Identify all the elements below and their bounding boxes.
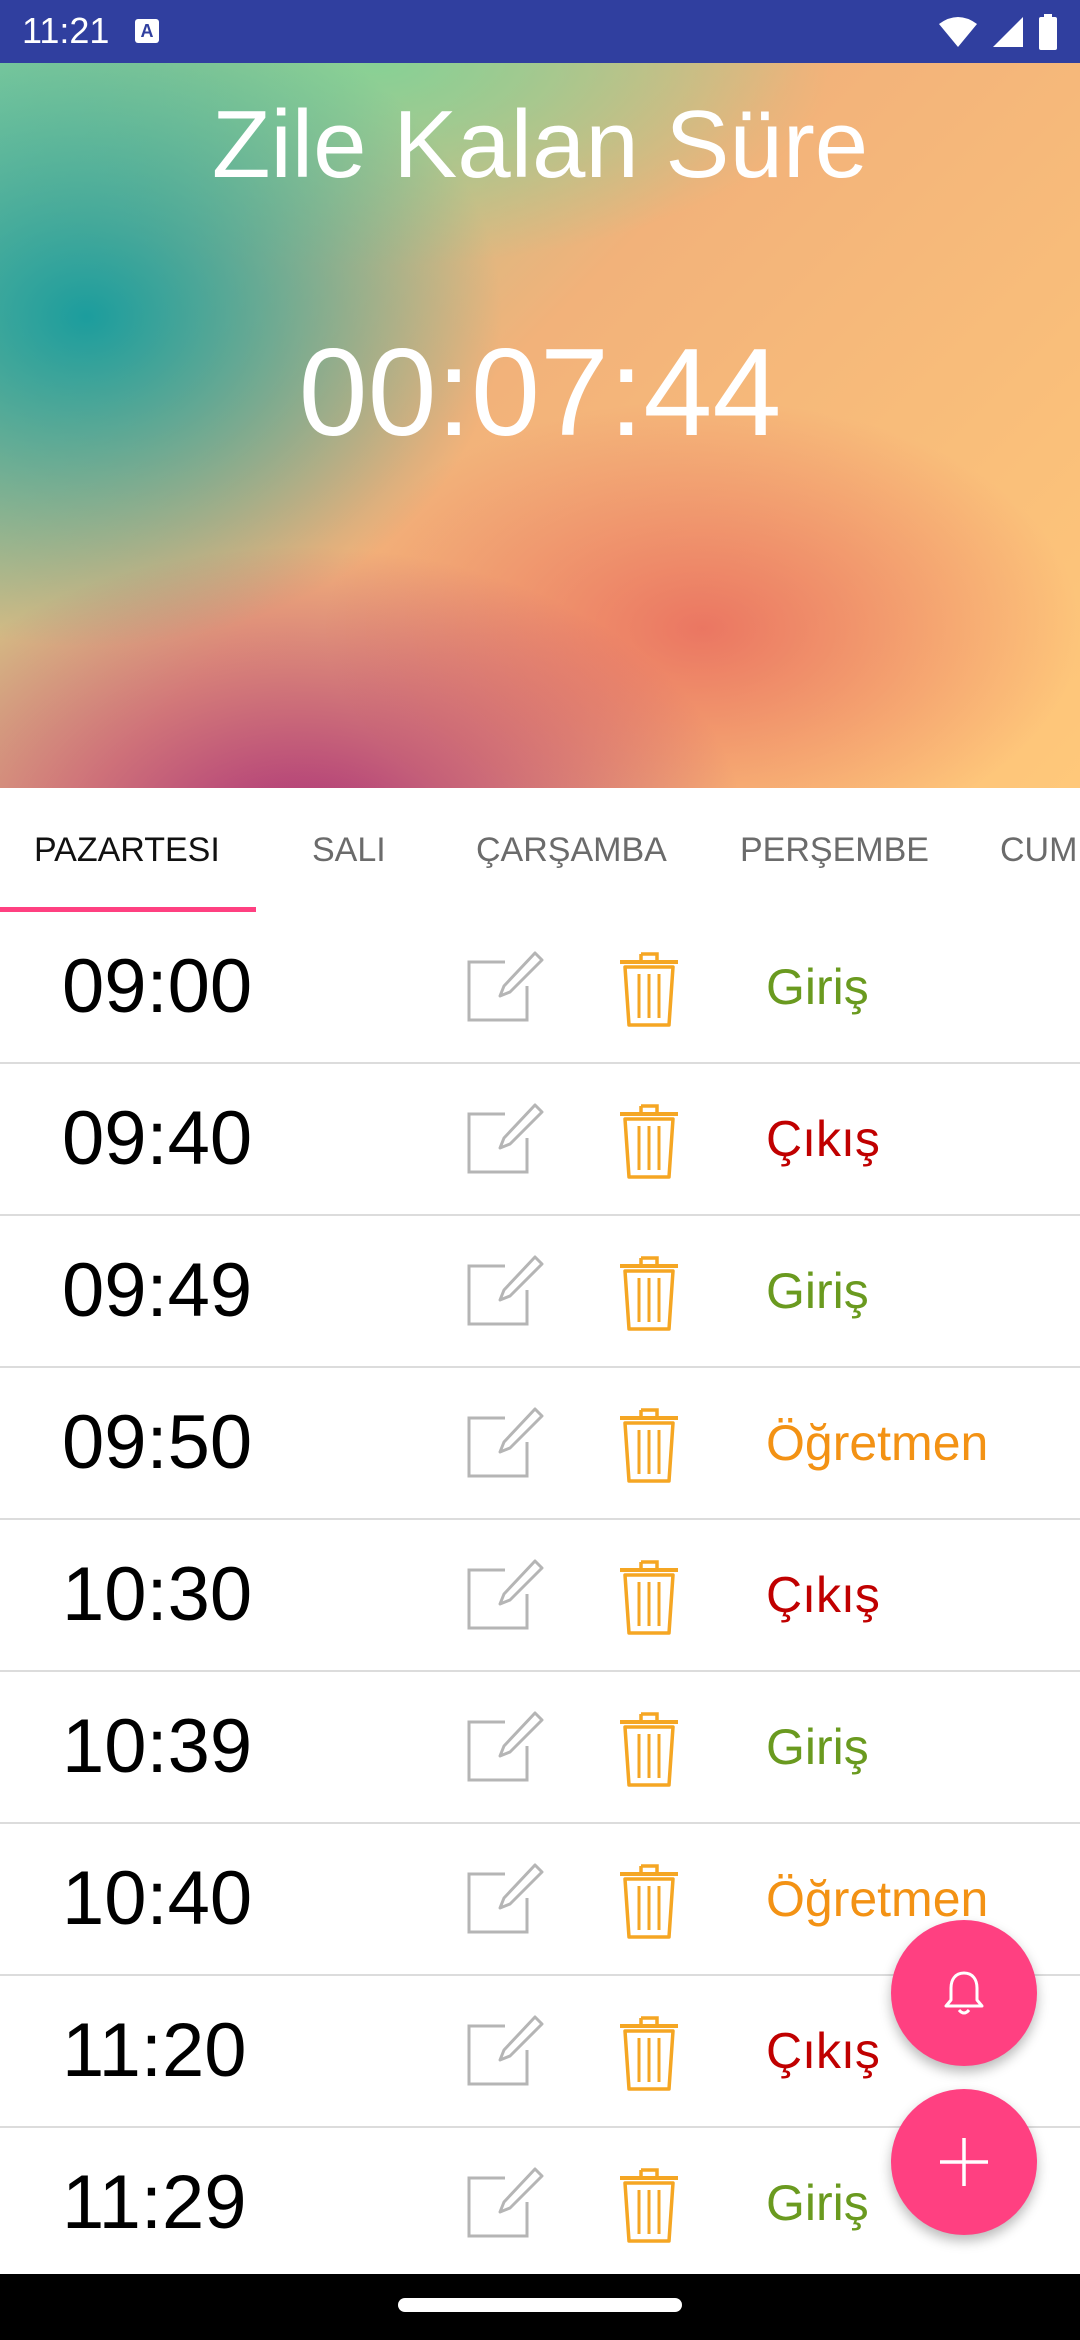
schedule-list: 09:00 Giriş 09:40 Çıkış 09:49 Giriş 09:50 Öğret… xyxy=(0,912,1080,2280)
edit-icon[interactable] xyxy=(465,2166,545,2240)
day-tabs: PAZARTESI SALI ÇARŞAMBA PERŞEMBE CUM xyxy=(0,788,1080,913)
trash-icon[interactable] xyxy=(617,1556,681,1636)
navigation-bar xyxy=(0,2274,1080,2340)
edit-icon[interactable] xyxy=(465,950,545,1024)
trash-icon[interactable] xyxy=(617,1252,681,1332)
schedule-type: Öğretmen xyxy=(766,1415,989,1471)
edit-icon[interactable] xyxy=(465,1254,545,1328)
schedule-time: 11:29 xyxy=(62,2160,247,2245)
schedule-type: Giriş xyxy=(766,2175,869,2231)
tab-cuma[interactable]: CUM xyxy=(1000,788,1077,912)
signal-icon xyxy=(993,17,1023,47)
trash-icon[interactable] xyxy=(617,1860,681,1940)
schedule-type: Çıkış xyxy=(766,2023,880,2079)
edit-icon[interactable] xyxy=(465,1710,545,1784)
schedule-time: 09:00 xyxy=(62,944,253,1029)
tab-sali[interactable]: SALI xyxy=(312,788,386,912)
battery-icon xyxy=(1039,14,1057,50)
status-bar: 11:21 A xyxy=(0,0,1080,63)
schedule-row: 10:30 Çıkış xyxy=(0,1520,1080,1672)
tab-carsamba[interactable]: ÇARŞAMBA xyxy=(476,788,667,912)
schedule-row: 10:39 Giriş xyxy=(0,1672,1080,1824)
schedule-time: 11:20 xyxy=(62,2008,247,2093)
schedule-row: 09:00 Giriş xyxy=(0,912,1080,1064)
header-banner: Zile Kalan Süre 00:07:44 xyxy=(0,63,1080,788)
schedule-row: 09:49 Giriş xyxy=(0,1216,1080,1368)
edit-icon[interactable] xyxy=(465,1406,545,1480)
edit-icon[interactable] xyxy=(465,1102,545,1176)
trash-icon[interactable] xyxy=(617,948,681,1028)
schedule-time: 10:39 xyxy=(62,1704,253,1789)
trash-icon[interactable] xyxy=(617,2012,681,2092)
trash-icon[interactable] xyxy=(617,1100,681,1180)
status-icons xyxy=(938,14,1058,50)
notification-icon: A xyxy=(135,19,159,43)
schedule-time: 10:40 xyxy=(62,1856,253,1941)
schedule-row: 09:50 Öğretmen xyxy=(0,1368,1080,1520)
schedule-time: 09:40 xyxy=(62,1096,253,1181)
schedule-time: 09:50 xyxy=(62,1400,253,1485)
schedule-type: Giriş xyxy=(766,959,869,1015)
schedule-row: 09:40 Çıkış xyxy=(0,1064,1080,1216)
schedule-type: Giriş xyxy=(766,1263,869,1319)
add-button[interactable] xyxy=(891,2089,1037,2235)
bell-icon xyxy=(944,1971,984,2015)
plus-icon xyxy=(940,2138,988,2186)
trash-icon[interactable] xyxy=(617,1708,681,1788)
status-time: 11:21 xyxy=(22,10,110,51)
tab-persembe[interactable]: PERŞEMBE xyxy=(740,788,929,912)
schedule-type: Çıkış xyxy=(766,1111,880,1167)
tab-pazartesi[interactable]: PAZARTESI xyxy=(34,788,220,912)
home-handle[interactable] xyxy=(398,2298,682,2312)
schedule-time: 10:30 xyxy=(62,1552,253,1637)
edit-icon[interactable] xyxy=(465,2014,545,2088)
schedule-time: 09:49 xyxy=(62,1248,253,1333)
schedule-type: Çıkış xyxy=(766,1567,880,1623)
schedule-type: Giriş xyxy=(766,1719,869,1775)
edit-icon[interactable] xyxy=(465,1862,545,1936)
countdown-timer: 00:07:44 xyxy=(298,324,782,462)
bell-button[interactable] xyxy=(891,1920,1037,2066)
trash-icon[interactable] xyxy=(617,2164,681,2244)
wifi-icon xyxy=(939,17,977,47)
trash-icon[interactable] xyxy=(617,1404,681,1484)
edit-icon[interactable] xyxy=(465,1558,545,1632)
header-title: Zile Kalan Süre xyxy=(211,91,869,198)
